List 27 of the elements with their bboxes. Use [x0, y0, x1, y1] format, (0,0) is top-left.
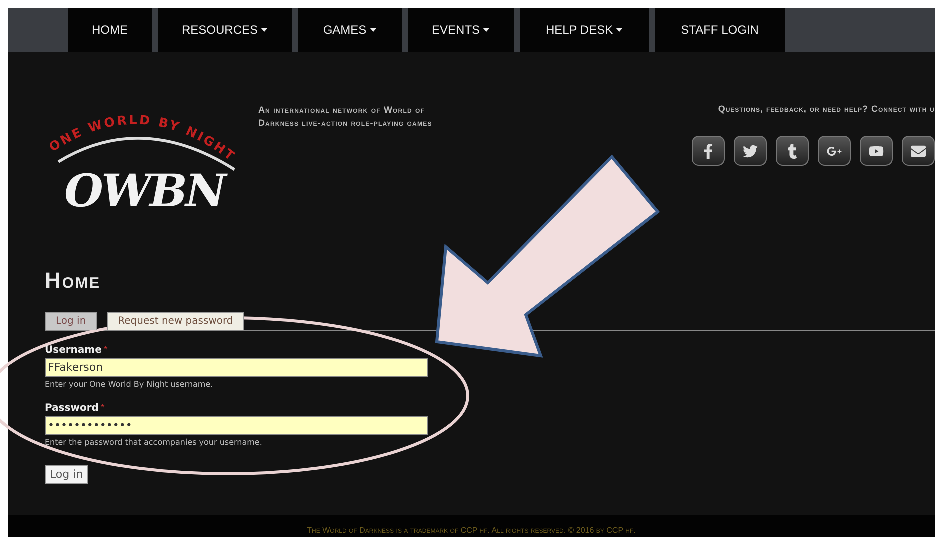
nav-item[interactable]: RESOURCES	[158, 8, 292, 52]
input-field[interactable]: •••••••••••••	[45, 416, 428, 435]
facebook-icon[interactable]	[692, 136, 725, 166]
tagline: An international network of World of Darkness live-action role-playing games	[258, 104, 434, 130]
nav-item[interactable]: HOME	[68, 8, 152, 52]
envelope-icon[interactable]	[902, 136, 935, 166]
play-icon[interactable]	[860, 136, 893, 166]
page-title: Home	[45, 268, 102, 294]
required-mark: *	[104, 345, 108, 356]
required-mark: *	[100, 403, 105, 414]
help-text: Enter your One World By Night username.	[45, 380, 214, 389]
field-label: Password	[45, 403, 99, 414]
input-field[interactable]: FFakerson	[45, 358, 428, 377]
contact-text: Questions, feedback, or need help? Connect with u	[718, 104, 935, 114]
copyright-text: The World of Darkness is a trademark of CCP hf. All rights reserved. © 2016 by CCP hf.	[307, 526, 636, 537]
login-button[interactable]: Log in	[45, 465, 88, 484]
help-text: Enter the password that accompanies your username.	[45, 438, 262, 447]
nav-item[interactable]: HELP DESK	[520, 8, 650, 52]
tab[interactable]: Request new password	[107, 312, 244, 330]
nav-item[interactable]: STAFF LOGIN	[655, 8, 786, 52]
bird-icon[interactable]	[734, 136, 767, 166]
field-label: Username	[45, 345, 102, 356]
tumblr-icon[interactable]	[776, 136, 809, 166]
google-plus-icon[interactable]	[818, 136, 851, 166]
nav-item[interactable]: GAMES	[298, 8, 402, 52]
nav-item[interactable]: EVENTS	[408, 8, 514, 52]
tab[interactable]: Log in	[45, 312, 98, 330]
